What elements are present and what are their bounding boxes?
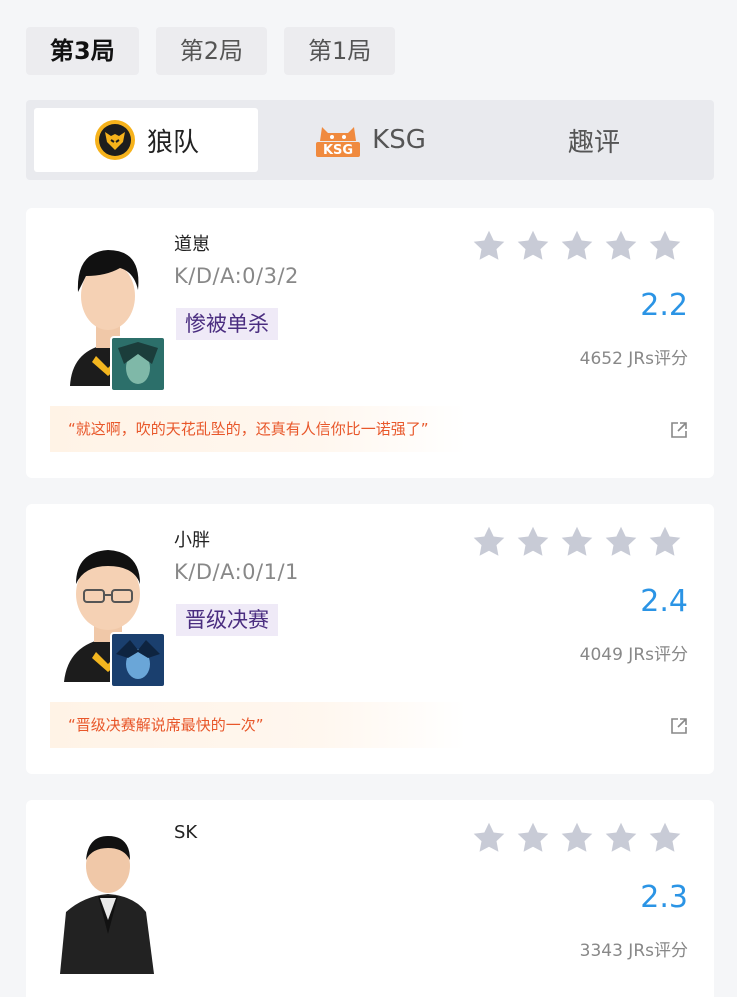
- player-name: 小胖: [174, 530, 210, 551]
- tab-round-3[interactable]: 第3局: [26, 27, 139, 75]
- team-tabs: 狼队 KSG KSG 趣评: [26, 100, 714, 180]
- star-icon[interactable]: [471, 524, 507, 560]
- player-photo: [50, 824, 166, 974]
- player-card[interactable]: SK 2.3 3343 JRs评分: [26, 800, 714, 997]
- star-rating[interactable]: [471, 524, 683, 560]
- player-kda: K/D/A:0/3/2: [174, 264, 299, 288]
- player-kda: K/D/A:0/1/1: [174, 560, 299, 584]
- star-icon[interactable]: [515, 524, 551, 560]
- vote-count: 3343 JRs评分: [579, 941, 688, 961]
- star-icon[interactable]: [515, 228, 551, 264]
- star-icon[interactable]: [647, 228, 683, 264]
- tab-fun-review[interactable]: 趣评: [482, 108, 706, 172]
- vote-count: 4049 JRs评分: [579, 645, 688, 665]
- tab-round-1[interactable]: 第1局: [283, 27, 396, 75]
- player-score: 2.4: [640, 584, 688, 619]
- tab-fun-review-label: 趣评: [567, 127, 620, 158]
- star-icon[interactable]: [647, 820, 683, 856]
- share-icon[interactable]: [670, 717, 688, 739]
- star-icon[interactable]: [471, 820, 507, 856]
- hero-icon: [110, 632, 166, 688]
- tab-team-wolves[interactable]: 狼队: [34, 108, 258, 172]
- wolves-logo-icon: [93, 118, 137, 162]
- player-name: SK: [174, 822, 198, 843]
- star-icon[interactable]: [647, 524, 683, 560]
- svg-text:KSG: KSG: [323, 143, 353, 158]
- star-rating[interactable]: [471, 820, 683, 856]
- share-icon[interactable]: [670, 421, 688, 443]
- star-icon[interactable]: [559, 228, 595, 264]
- round-tabs: 第3局 第2局 第1局: [26, 27, 396, 75]
- top-comment[interactable]: “晋级决赛解说席最快的一次”: [50, 702, 466, 748]
- star-icon[interactable]: [471, 228, 507, 264]
- tab-team-ksg[interactable]: KSG KSG: [258, 108, 482, 172]
- top-comment[interactable]: “就这啊，吹的天花乱坠的，还真有人信你比一诺强了”: [50, 406, 466, 452]
- star-icon[interactable]: [603, 524, 639, 560]
- tab-round-2[interactable]: 第2局: [155, 27, 267, 75]
- hero-icon: [110, 336, 166, 392]
- player-score: 2.3: [640, 880, 688, 915]
- star-icon[interactable]: [559, 820, 595, 856]
- player-card[interactable]: 小胖 K/D/A:0/1/1 晋级决赛 2.4 4049 JRs评分 “晋级决赛…: [26, 504, 714, 774]
- vote-count: 4652 JRs评分: [579, 349, 688, 369]
- star-rating[interactable]: [471, 228, 683, 264]
- star-icon[interactable]: [515, 820, 551, 856]
- player-name: 道崽: [174, 234, 210, 255]
- player-score: 2.2: [640, 288, 688, 323]
- player-tag: 晋级决赛: [176, 604, 278, 636]
- player-tag: 惨被单杀: [176, 308, 278, 340]
- star-icon[interactable]: [559, 524, 595, 560]
- tab-team-ksg-label: KSG: [372, 125, 426, 155]
- tab-team-wolves-label: 狼队: [146, 127, 199, 158]
- ksg-logo-icon: KSG: [314, 121, 362, 159]
- player-card[interactable]: 道崽 K/D/A:0/3/2 惨被单杀 2.2 4652 JRs评分 “就这啊，…: [26, 208, 714, 478]
- star-icon[interactable]: [603, 820, 639, 856]
- star-icon[interactable]: [603, 228, 639, 264]
